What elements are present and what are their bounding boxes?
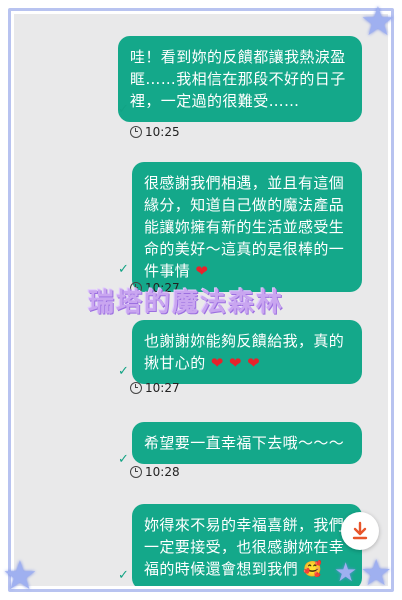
message-bubble[interactable]: 也謝謝妳能夠反饋給我，真的揪甘心的 ❤ ❤ ❤: [132, 320, 362, 384]
check-icon: ✓: [118, 568, 129, 583]
check-icon: ✓: [118, 102, 129, 117]
download-arrow-icon: [352, 521, 368, 540]
message-bubble[interactable]: 哇！看到妳的反饋都讓我熱淚盈眶……我相信在那段不好的日子裡，一定過的很難受……: [118, 36, 362, 122]
download-button[interactable]: [341, 512, 379, 550]
clock-icon: [130, 126, 142, 138]
message-text: 希望要一直幸福下去哦～～～: [144, 434, 345, 452]
clock-icon: [130, 382, 142, 394]
heart-icon: ❤: [247, 354, 261, 372]
check-icon: ✓: [118, 262, 129, 277]
heart-icon: ❤: [228, 354, 242, 372]
message-bubble[interactable]: 希望要一直幸福下去哦～～～: [132, 422, 362, 464]
star-icon: ★: [334, 558, 358, 588]
star-icon: ★: [360, 0, 396, 45]
message-bubble[interactable]: 很感謝我們相遇，並且有這個緣分，知道自己做的魔法產品能讓妳擁有新的生活並感受生命…: [132, 162, 362, 292]
message-text: 也謝謝妳能夠反饋給我，真的揪甘心的: [144, 332, 345, 372]
message-time: 10:27: [130, 380, 180, 396]
emoji-icon: 🥰: [303, 560, 323, 578]
star-icon: ★: [360, 553, 393, 594]
message-time: 10:28: [130, 464, 180, 480]
check-icon: ✓: [118, 364, 129, 379]
message-text: 哇！看到妳的反饋都讓我熱淚盈眶……我相信在那段不好的日子裡，一定過的很難受……: [130, 48, 346, 110]
heart-icon: ❤: [195, 262, 209, 280]
message-bubble[interactable]: 妳得來不易的幸福喜餅，我們一定要接受，也很感謝妳在幸福的時候還會想到我們 🥰: [132, 504, 362, 586]
message-text: 很感謝我們相遇，並且有這個緣分，知道自己做的魔法產品能讓妳擁有新的生活並感受生命…: [144, 174, 345, 280]
star-icon: ★: [2, 553, 38, 599]
heart-icon: ❤: [210, 354, 224, 372]
message-time: 10:25: [130, 124, 180, 140]
clock-icon: [130, 466, 142, 478]
watermark: 瑞塔的魔法森林: [88, 288, 285, 318]
